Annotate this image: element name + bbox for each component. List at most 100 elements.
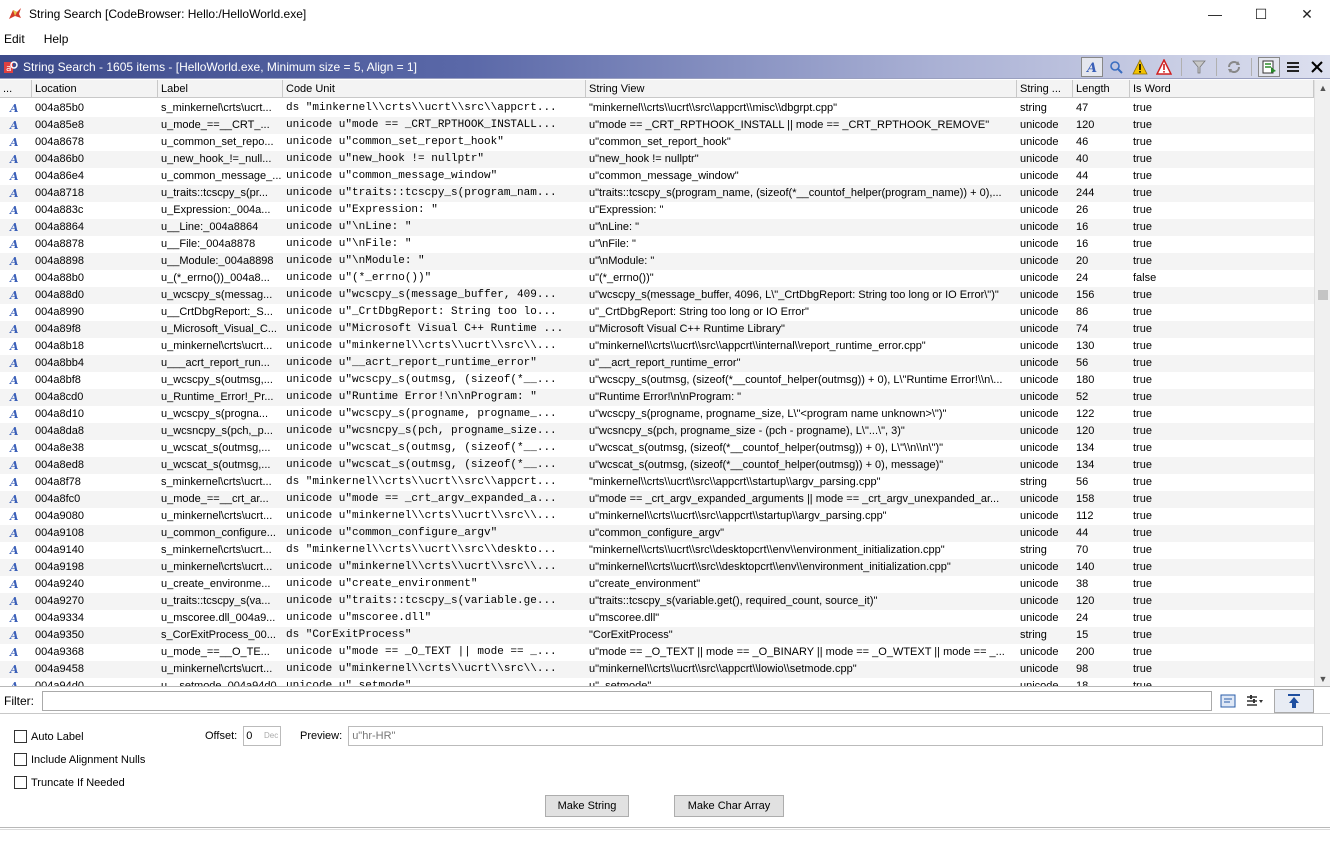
close-panel-icon[interactable]	[1306, 57, 1328, 77]
refresh-icon[interactable]	[1223, 57, 1245, 77]
table-row[interactable]: A 004a8b18 u_minkernel\crts\ucrt... unicode…	[0, 338, 1314, 355]
cell-string-type: unicode	[1020, 323, 1059, 335]
filter-text-icon[interactable]	[1218, 691, 1238, 711]
warning-icon[interactable]	[1129, 57, 1151, 77]
table-row[interactable]: A 004a9108 u_common_configure... unicode u"…	[0, 525, 1314, 542]
column-header-icon[interactable]: ...	[0, 80, 32, 98]
table-row[interactable]: A 004a883c u_Expression:_004a... unicode u"…	[0, 202, 1314, 219]
scroll-to-top-icon[interactable]	[1274, 688, 1314, 713]
filter-icon[interactable]	[1188, 57, 1210, 77]
scrollbar-thumb[interactable]	[1318, 290, 1328, 300]
cell-length: 56	[1076, 476, 1089, 488]
string-type-icon: A	[10, 544, 19, 557]
search-icon[interactable]	[1105, 57, 1127, 77]
cell-string-view: u"common_set_report_hook"	[589, 136, 731, 148]
show-strings-icon[interactable]: A	[1081, 57, 1103, 77]
scroll-up-icon[interactable]: ▲	[1315, 80, 1330, 96]
filter-options-icon[interactable]	[1244, 691, 1264, 711]
table-row[interactable]: A 004a8990 u__CrtDbgReport:_S... unicode u"…	[0, 304, 1314, 321]
column-header-string-type[interactable]: String ...	[1017, 80, 1073, 98]
make-char-array-button[interactable]: Make Char Array	[674, 795, 784, 817]
table-row[interactable]: A 004a9368 u_mode_==__O_TE... unicode u"mod…	[0, 644, 1314, 661]
cell-is-word: true	[1133, 629, 1152, 641]
filter-input[interactable]	[42, 690, 1212, 711]
table-row[interactable]: A 004a8ed8 u_wcscat_s(outmsg,... unicode u"…	[0, 457, 1314, 474]
title-bar: String Search [CodeBrowser: Hello:/Hello…	[0, 0, 1330, 28]
table-row[interactable]: A 004a8cd0 u_Runtime_Error!_Pr... unicode u…	[0, 389, 1314, 406]
table-row[interactable]: A 004a86e4 u_common_message_... unicode u"c…	[0, 168, 1314, 185]
table-row[interactable]: A 004a9140 s_minkernel\crts\ucrt... ds "min…	[0, 542, 1314, 559]
cell-is-word: true	[1133, 391, 1152, 403]
error-warning-icon[interactable]	[1153, 57, 1175, 77]
truncate-if-needed-checkbox[interactable]	[14, 776, 27, 789]
cell-string-view: u"\nLine: "	[589, 221, 640, 233]
include-alignment-nulls-checkbox[interactable]	[14, 753, 27, 766]
string-type-icon: A	[10, 204, 19, 217]
cell-label: u_common_message_...	[161, 170, 282, 182]
cell-location: 004a88b0	[35, 272, 84, 284]
table-row[interactable]: A 004a85b0 s_minkernel\crts\ucrt... ds "min…	[0, 100, 1314, 117]
table-row[interactable]: A 004a94d0 u__setmode_004a94d0 unicode u"_s…	[0, 678, 1314, 686]
menu-edit[interactable]: Edit	[0, 32, 30, 46]
cell-is-word: true	[1133, 595, 1152, 607]
table-row[interactable]: A 004a88b0 u_(*_errno())_004a8... unicode u…	[0, 270, 1314, 287]
table-row[interactable]: A 004a8bb4 u___acrt_report_run... unicode u…	[0, 355, 1314, 372]
table-row[interactable]: A 004a9270 u_traits::tcscpy_s(va... unicode…	[0, 593, 1314, 610]
cell-code-unit: unicode u"minkernel\\crts\\ucrt\\src\\..…	[286, 663, 557, 675]
table-row[interactable]: A 004a8da8 u_wcsncpy_s(pch,_p... unicode u"…	[0, 423, 1314, 440]
table-row[interactable]: A 004a8718 u_traits::tcscpy_s(pr... unicode…	[0, 185, 1314, 202]
cell-code-unit: unicode u"wcscpy_s(progname, progname_..…	[286, 408, 557, 420]
table-row[interactable]: A 004a9198 u_minkernel\crts\ucrt... unicode…	[0, 559, 1314, 576]
table-row[interactable]: A 004a8864 u__Line:_004a8864 unicode u"\nLi…	[0, 219, 1314, 236]
table-row[interactable]: A 004a8bf8 u_wcscpy_s(outmsg,... unicode u"…	[0, 372, 1314, 389]
table-row[interactable]: A 004a8d10 u_wcscpy_s(progna... unicode u"w…	[0, 406, 1314, 423]
make-string-button[interactable]: Make String	[545, 795, 629, 817]
include-alignment-nulls-option[interactable]: Include Alignment Nulls	[14, 753, 145, 766]
scroll-down-icon[interactable]: ▼	[1315, 671, 1330, 686]
truncate-if-needed-option[interactable]: Truncate If Needed	[14, 776, 125, 789]
table-row[interactable]: A 004a88d0 u_wcscpy_s(messag... unicode u"w…	[0, 287, 1314, 304]
cell-string-type: unicode	[1020, 493, 1059, 505]
column-header-label[interactable]: Label	[158, 80, 283, 98]
column-header-is-word[interactable]: Is Word	[1130, 80, 1314, 98]
table-row[interactable]: A 004a8678 u_common_set_repo... unicode u"c…	[0, 134, 1314, 151]
cell-length: 16	[1076, 238, 1089, 250]
cell-code-unit: unicode u"mode == _crt_argv_expanded_a..…	[286, 493, 557, 505]
cell-length: 56	[1076, 357, 1089, 369]
table-row[interactable]: A 004a9350 s_CorExitProcess_00... ds "CorEx…	[0, 627, 1314, 644]
menu-help[interactable]: Help	[39, 32, 74, 46]
cell-string-view: u"mode == _O_TEXT || mode == _O_BINARY |…	[589, 646, 1005, 658]
table-row[interactable]: A 004a9240 u_create_environme... unicode u"…	[0, 576, 1314, 593]
menu-bar: Edit Help	[0, 30, 73, 48]
maximize-button[interactable]: ☐	[1238, 0, 1284, 28]
auto-label-option[interactable]: Auto Label	[14, 730, 84, 743]
table-row[interactable]: A 004a8898 u__Module:_004a8898 unicode u"\n…	[0, 253, 1314, 270]
table-row[interactable]: A 004a85e8 u_mode_==__CRT_... unicode u"mod…	[0, 117, 1314, 134]
strings-table: ... Location Label Code Unit String View…	[0, 80, 1330, 687]
close-button[interactable]: ✕	[1284, 0, 1330, 28]
auto-label-checkbox[interactable]	[14, 730, 27, 743]
table-row[interactable]: A 004a9458 u_minkernel\crts\ucrt... unicode…	[0, 661, 1314, 678]
table-row[interactable]: A 004a89f8 u_Microsoft_Visual_C... unicode …	[0, 321, 1314, 338]
table-row[interactable]: A 004a8fc0 u_mode_==__crt_ar... unicode u"m…	[0, 491, 1314, 508]
include-alignment-nulls-text: Include Alignment Nulls	[31, 753, 146, 766]
table-row[interactable]: A 004a8f78 s_minkernel\crts\ucrt... ds "min…	[0, 474, 1314, 491]
make-selection-icon[interactable]	[1258, 57, 1280, 77]
table-row[interactable]: A 004a8e38 u_wcscat_s(outmsg,... unicode u"…	[0, 440, 1314, 457]
cell-string-type: unicode	[1020, 238, 1059, 250]
offset-input[interactable]: 0 Dec	[243, 726, 282, 746]
cell-is-word: true	[1133, 170, 1152, 182]
table-row[interactable]: A 004a86b0 u_new_hook_!=_null... unicode u"…	[0, 151, 1314, 168]
minimize-button[interactable]: —	[1192, 0, 1238, 28]
cell-length: 140	[1076, 561, 1095, 573]
table-row[interactable]: A 004a9080 u_minkernel\crts\ucrt... unicode…	[0, 508, 1314, 525]
column-header-code-unit[interactable]: Code Unit	[283, 80, 586, 98]
string-type-icon: A	[10, 595, 19, 608]
table-row[interactable]: A 004a9334 u_mscoree.dll_004a9... unicode u…	[0, 610, 1314, 627]
column-header-length[interactable]: Length	[1073, 80, 1130, 98]
table-options-icon[interactable]	[1282, 57, 1304, 77]
vertical-scrollbar[interactable]: ▲ ▼	[1314, 80, 1330, 686]
table-row[interactable]: A 004a8878 u__File:_004a8878 unicode u"\nFi…	[0, 236, 1314, 253]
column-header-string-view[interactable]: String View	[586, 80, 1017, 98]
column-header-location[interactable]: Location	[32, 80, 158, 98]
